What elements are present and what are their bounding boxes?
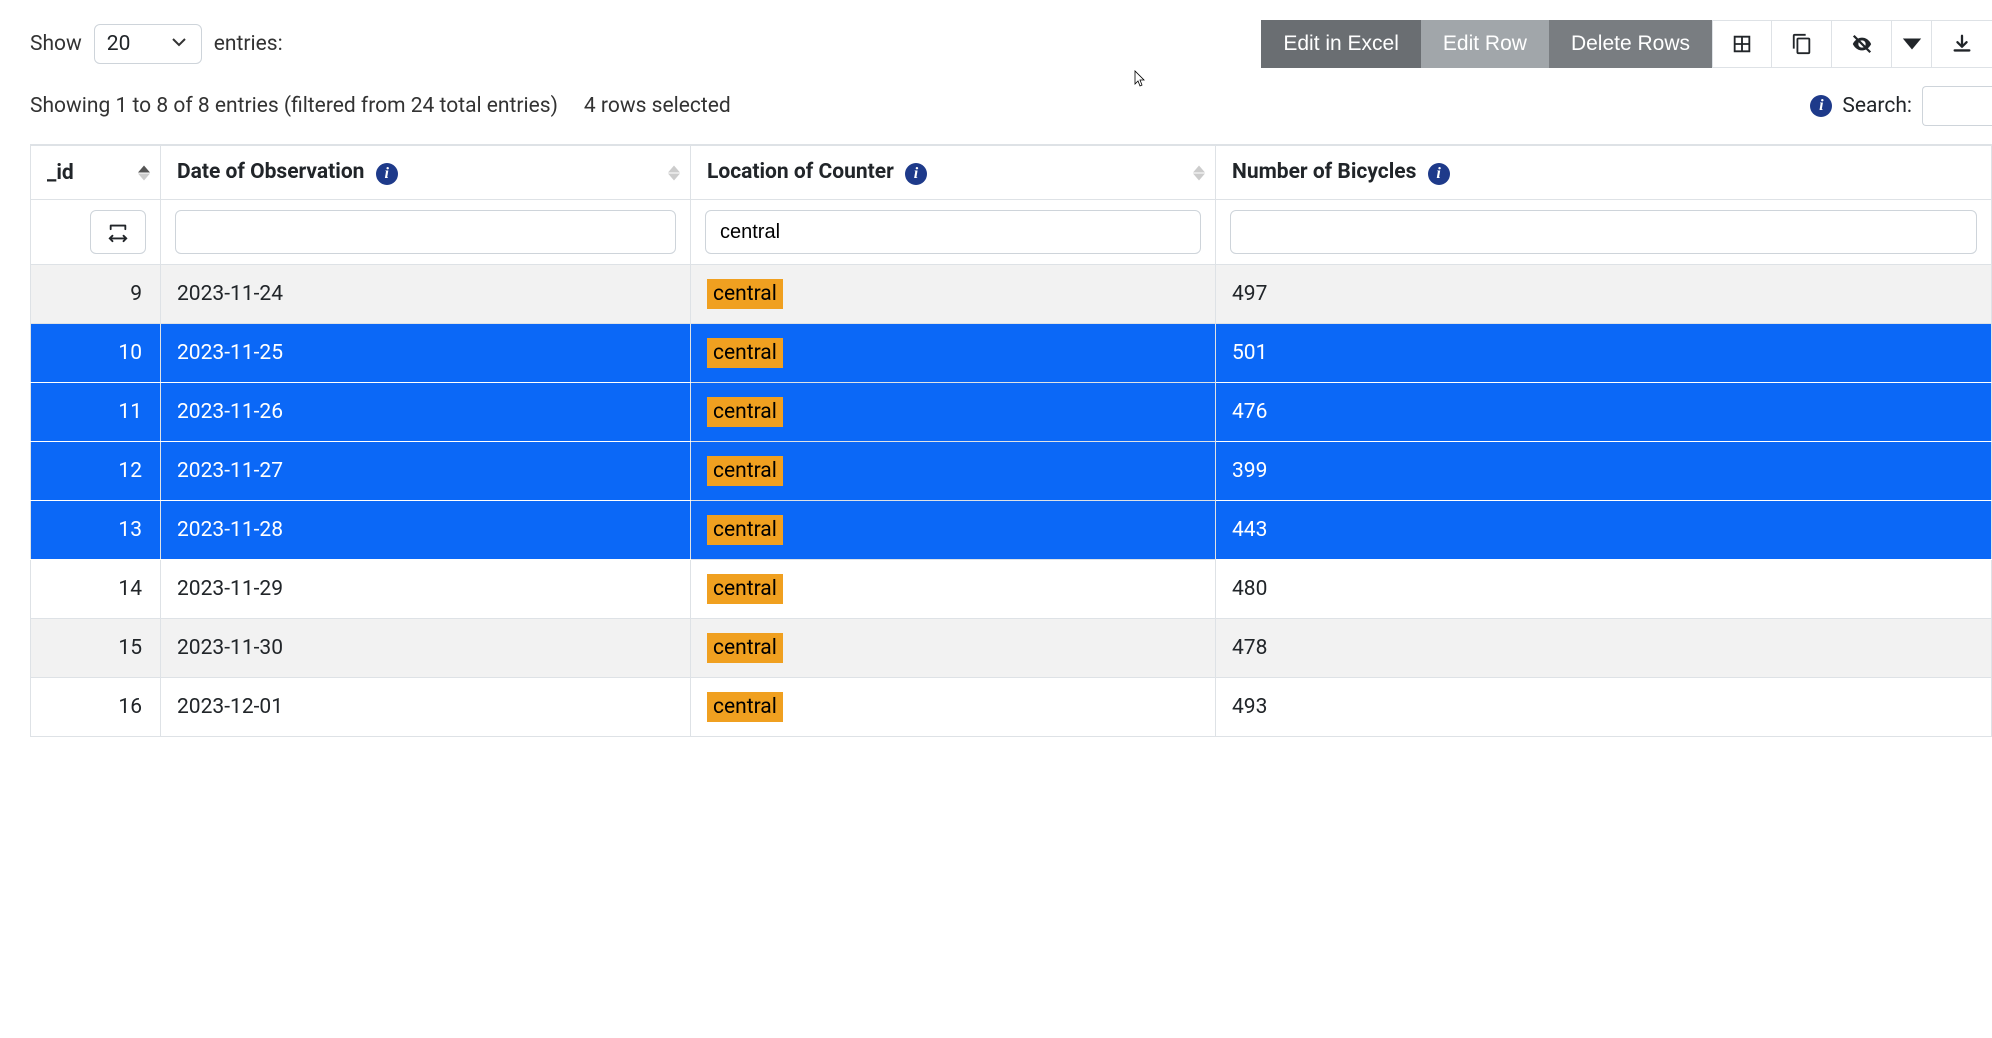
page-length-select[interactable]: 20	[94, 24, 202, 64]
table-row[interactable]: 112023-11-26 central 476	[31, 383, 1992, 442]
filter-highlight: central	[707, 338, 783, 368]
cell-id: 11	[31, 383, 161, 442]
column-visibility-button[interactable]	[1712, 20, 1772, 68]
info-icon[interactable]: i	[1428, 163, 1450, 185]
filter-highlight: central	[707, 692, 783, 722]
column-header-location-label: Location of Counter	[707, 160, 894, 184]
global-search-input[interactable]	[1922, 86, 1992, 126]
filter-location-input[interactable]	[705, 210, 1201, 254]
table-row[interactable]: 102023-11-25 central 501	[31, 324, 1992, 383]
cell-bicycles: 399	[1216, 442, 1992, 501]
cell-bicycles: 443	[1216, 501, 1992, 560]
cell-id: 12	[31, 442, 161, 501]
cell-date: 2023-11-27	[161, 442, 691, 501]
edit-row-button[interactable]: Edit Row	[1421, 20, 1549, 68]
visibility-dropdown-button[interactable]	[1892, 20, 1932, 68]
table-row[interactable]: 162023-12-01 central 493	[31, 678, 1992, 737]
cell-date: 2023-11-29	[161, 560, 691, 619]
filter-highlight: central	[707, 515, 783, 545]
eye-off-icon	[1851, 33, 1873, 55]
cell-date: 2023-11-26	[161, 383, 691, 442]
column-header-id[interactable]: _id	[31, 146, 161, 200]
cell-location: central	[691, 324, 1216, 383]
cell-date: 2023-11-25	[161, 324, 691, 383]
cell-location: central	[691, 442, 1216, 501]
filter-highlight: central	[707, 456, 783, 486]
cell-id: 15	[31, 619, 161, 678]
sort-icon	[138, 165, 150, 180]
cell-location: central	[691, 265, 1216, 324]
download-button[interactable]	[1932, 20, 1992, 68]
cell-bicycles: 497	[1216, 265, 1992, 324]
copy-icon	[1791, 33, 1813, 55]
expand-filters-button[interactable]	[90, 210, 146, 254]
delete-rows-button[interactable]: Delete Rows	[1549, 20, 1712, 68]
rows-selected-info: 4 rows selected	[584, 94, 731, 118]
download-icon	[1951, 33, 1973, 55]
page-length-value: 20	[107, 32, 131, 56]
table-row[interactable]: 132023-11-28 central 443	[31, 501, 1992, 560]
cell-location: central	[691, 501, 1216, 560]
cell-bicycles: 480	[1216, 560, 1992, 619]
filter-date-input[interactable]	[175, 210, 676, 254]
filter-highlight: central	[707, 574, 783, 604]
copy-button[interactable]	[1772, 20, 1832, 68]
edit-in-excel-button[interactable]: Edit in Excel	[1261, 20, 1421, 68]
cell-location: central	[691, 678, 1216, 737]
cell-bicycles: 476	[1216, 383, 1992, 442]
cell-date: 2023-11-30	[161, 619, 691, 678]
chevron-down-icon	[171, 32, 187, 56]
entries-label: entries:	[214, 32, 283, 56]
showing-info: Showing 1 to 8 of 8 entries (filtered fr…	[30, 94, 558, 118]
cell-date: 2023-12-01	[161, 678, 691, 737]
toolbar: Edit in Excel Edit Row Delete Rows	[1261, 20, 1992, 68]
info-icon[interactable]: i	[1810, 95, 1832, 117]
show-label: Show	[30, 32, 82, 56]
filter-highlight: central	[707, 633, 783, 663]
table-row[interactable]: 152023-11-30 central 478	[31, 619, 1992, 678]
info-icon[interactable]: i	[376, 163, 398, 185]
cell-location: central	[691, 383, 1216, 442]
column-header-id-label: _id	[47, 161, 74, 185]
column-header-date-label: Date of Observation	[177, 160, 364, 184]
table-row[interactable]: 122023-11-27 central 399	[31, 442, 1992, 501]
column-header-bicycles-label: Number of Bicycles	[1232, 160, 1416, 184]
cell-id: 10	[31, 324, 161, 383]
column-header-bicycles[interactable]: Number of Bicycles i	[1216, 146, 1992, 200]
info-icon[interactable]: i	[905, 163, 927, 185]
filter-highlight: central	[707, 279, 783, 309]
visibility-toggle-button[interactable]	[1832, 20, 1892, 68]
table-row[interactable]: 142023-11-29 central 480	[31, 560, 1992, 619]
text-width-icon	[107, 221, 129, 243]
cell-id: 14	[31, 560, 161, 619]
data-table: _id Date of Observation i Location of Co…	[30, 145, 1992, 737]
cell-location: central	[691, 619, 1216, 678]
cell-id: 16	[31, 678, 161, 737]
cell-date: 2023-11-28	[161, 501, 691, 560]
caret-down-icon	[1901, 33, 1923, 55]
column-header-location[interactable]: Location of Counter i	[691, 146, 1216, 200]
cell-date: 2023-11-24	[161, 265, 691, 324]
cell-bicycles: 501	[1216, 324, 1992, 383]
table-row[interactable]: 92023-11-24 central 497	[31, 265, 1992, 324]
column-header-date[interactable]: Date of Observation i	[161, 146, 691, 200]
sort-icon	[1193, 165, 1205, 180]
filter-highlight: central	[707, 397, 783, 427]
cell-bicycles: 493	[1216, 678, 1992, 737]
cell-id: 9	[31, 265, 161, 324]
cell-bicycles: 478	[1216, 619, 1992, 678]
filter-bicycles-input[interactable]	[1230, 210, 1977, 254]
grid-icon	[1731, 33, 1753, 55]
sort-icon	[668, 165, 680, 180]
search-label: Search:	[1842, 94, 1912, 118]
cell-location: central	[691, 560, 1216, 619]
cell-id: 13	[31, 501, 161, 560]
